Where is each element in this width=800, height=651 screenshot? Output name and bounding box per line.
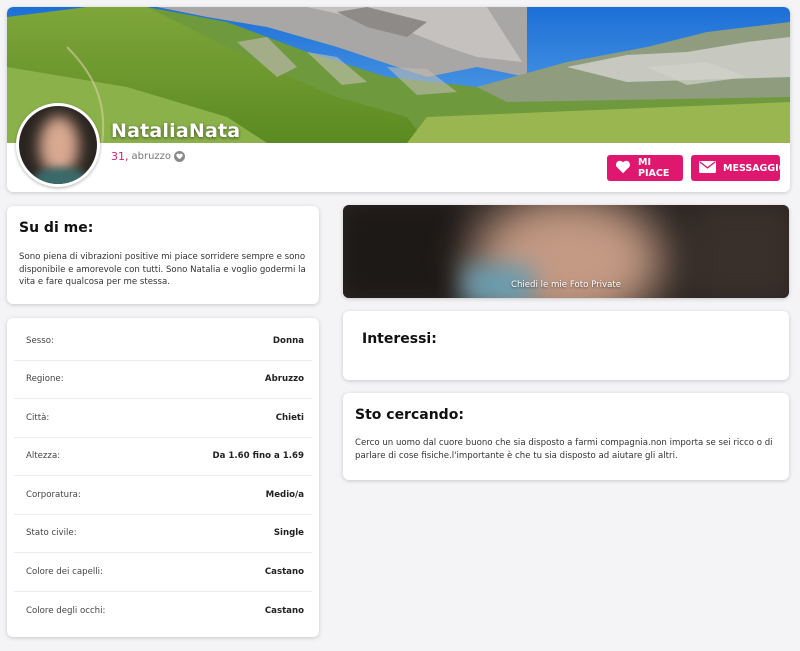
detail-row: Regione: Abruzzo: [14, 361, 312, 399]
heart-icon: [615, 160, 631, 177]
detail-value: Abruzzo: [264, 374, 304, 385]
detail-row: Colore dei capelli: Castano: [14, 553, 312, 592]
detail-value: Single: [273, 528, 304, 539]
looking-for-title: Sto cercando:: [355, 407, 464, 423]
detail-value: Castano: [264, 566, 304, 577]
detail-label: Altezza:: [26, 451, 61, 462]
detail-value: Donna: [272, 335, 304, 346]
like-button[interactable]: MI PIACE: [607, 155, 683, 181]
avatar-face-blurred: [39, 116, 79, 176]
heart-badge-icon: [174, 151, 186, 162]
detail-row: Stato civile: Single: [14, 515, 312, 553]
avatar-body-blurred: [25, 168, 97, 184]
envelope-icon: [699, 160, 716, 176]
profile-meta: 31, abruzzo: [111, 150, 186, 163]
detail-row: Città: Chieti: [14, 399, 312, 438]
detail-row: Sesso: Donna: [14, 322, 312, 361]
profile-avatar[interactable]: [16, 103, 100, 187]
about-card: Su di me: Sono piena di vibrazioni posit…: [7, 206, 319, 304]
details-card: Sesso: Donna Regione: Abruzzo Città: Chi…: [7, 318, 319, 637]
detail-value: Medio/a: [265, 489, 304, 500]
interests-card: Interessi:: [343, 311, 789, 380]
private-photos-label[interactable]: Chiedi le mie Foto Private: [343, 280, 789, 290]
message-button-label: MESSAGGIO: [723, 162, 787, 174]
message-button[interactable]: MESSAGGIO: [691, 155, 787, 181]
detail-value: Castano: [264, 605, 304, 616]
interests-title: Interessi:: [362, 331, 437, 347]
looking-for-card: Sto cercando: Cerco un uomo dal cuore bu…: [343, 393, 789, 480]
private-photos-card[interactable]: Chiedi le mie Foto Private: [343, 205, 789, 298]
detail-label: Sesso:: [26, 335, 54, 346]
detail-label: Regione:: [26, 374, 64, 385]
profile-age: 31,: [111, 150, 129, 163]
about-title: Su di me:: [19, 220, 94, 236]
detail-label: Corporatura:: [26, 489, 81, 500]
detail-value: Chieti: [275, 412, 304, 423]
detail-row: Corporatura: Medio/a: [14, 476, 312, 515]
detail-value: Da 1.60 fino a 1.69: [212, 451, 305, 462]
profile-region: abruzzo: [131, 151, 172, 162]
detail-label: Città:: [26, 412, 50, 423]
detail-row: Altezza: Da 1.60 fino a 1.69: [14, 438, 312, 476]
about-text: Sono piena di vibrazioni positive mi pia…: [19, 252, 306, 287]
detail-label: Colore dei capelli:: [26, 566, 103, 577]
looking-for-text: Cerco un uomo dal cuore buono che sia di…: [355, 438, 773, 461]
detail-label: Stato civile:: [26, 528, 77, 539]
profile-username: NataliaNata: [111, 120, 241, 142]
detail-label: Colore degli occhi:: [26, 605, 106, 616]
profile-header: NataliaNata 31, abruzzo MI PIACE MESSAGG…: [7, 7, 790, 192]
like-button-label: MI PIACE: [638, 157, 670, 179]
detail-row: Colore degli occhi: Castano: [14, 592, 312, 631]
